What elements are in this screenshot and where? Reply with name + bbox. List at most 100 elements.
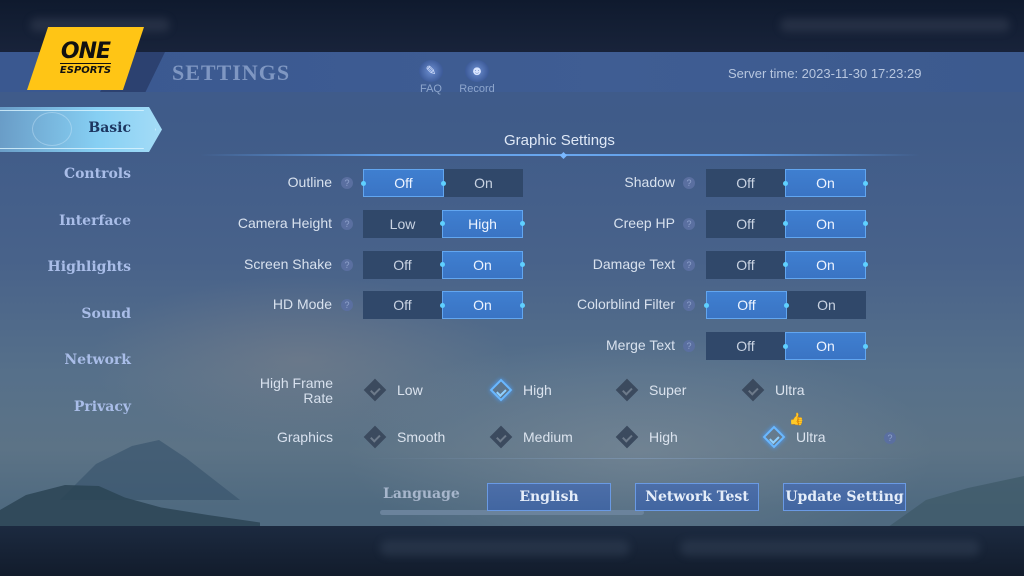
outline-toggle: Off On xyxy=(361,169,523,197)
hd-mode-option-off[interactable]: Off xyxy=(363,291,442,319)
checkbox-unchecked-icon xyxy=(615,425,639,449)
camera-height-label: Camera Height xyxy=(237,214,332,231)
label-line: Rate xyxy=(303,390,333,406)
language-label: Language xyxy=(383,486,460,502)
checkbox-unchecked-icon xyxy=(615,378,639,402)
sidebar-item-controls[interactable]: Controls xyxy=(64,166,131,182)
screen-shake-option-on[interactable]: On xyxy=(440,250,525,279)
recommended-thumbs-up-icon: 👍 xyxy=(789,412,804,426)
graphics-option-ultra[interactable]: Ultra xyxy=(762,425,826,449)
blurred-element xyxy=(680,540,980,556)
outline-option-on[interactable]: On xyxy=(444,169,523,197)
graphics-label: Graphics xyxy=(276,429,333,445)
merge-text-option-on[interactable]: On xyxy=(783,332,868,361)
sidebar-active-decoration xyxy=(32,112,72,146)
record-button[interactable]: ☻ Record xyxy=(457,60,497,95)
creep-hp-toggle: Off On xyxy=(706,209,868,238)
faq-button[interactable]: ✎ FAQ xyxy=(411,60,451,95)
high-frame-rate-label: High Frame Rate xyxy=(240,376,333,406)
outline-help-icon[interactable]: ? xyxy=(341,177,353,189)
shadow-option-on[interactable]: On xyxy=(783,169,868,197)
colorblind-filter-label: Colorblind Filter xyxy=(576,296,675,313)
checkbox-unchecked-icon xyxy=(741,378,765,402)
high-frame-rate-option-low[interactable]: Low xyxy=(363,378,423,402)
record-label: Record xyxy=(459,83,495,95)
colorblind-filter-option-off[interactable]: Off xyxy=(704,291,789,320)
hd-mode-option-on[interactable]: On xyxy=(440,291,525,320)
label-line: High Frame xyxy=(259,375,333,391)
graphics-option-high[interactable]: High xyxy=(615,425,678,449)
creep-hp-option-off[interactable]: Off xyxy=(706,210,785,238)
screen-shake-help-icon[interactable]: ? xyxy=(341,258,353,271)
record-icon: ☻ xyxy=(465,60,489,82)
creep-hp-option-on[interactable]: On xyxy=(783,209,868,238)
checkbox-checked-icon xyxy=(489,378,513,402)
checkbox-checked-icon xyxy=(762,425,786,449)
server-time: Server time: 2023-11-30 17:23:29 xyxy=(728,66,922,81)
sidebar-item-interface[interactable]: Interface xyxy=(59,213,131,229)
high-frame-rate-option-high[interactable]: High xyxy=(489,378,552,402)
option-label: Super xyxy=(649,382,687,398)
checkbox-unchecked-icon xyxy=(489,425,513,449)
screen-shake-toggle: Off On xyxy=(363,250,525,279)
damage-text-toggle: Off On xyxy=(706,250,868,279)
option-label: Low xyxy=(397,382,423,398)
high-frame-rate-option-super[interactable]: Super xyxy=(615,378,687,402)
merge-text-toggle: Off On xyxy=(706,332,868,361)
option-label: Medium xyxy=(523,429,573,445)
sidebar-item-privacy[interactable]: Privacy xyxy=(74,399,131,415)
option-label: High xyxy=(523,382,552,398)
checkbox-unchecked-icon xyxy=(363,378,387,402)
sidebar-item-sound[interactable]: Sound xyxy=(81,306,131,322)
graphics-option-medium[interactable]: Medium xyxy=(489,425,573,449)
blurred-element xyxy=(780,18,1010,32)
sidebar-item-basic[interactable]: Basic xyxy=(88,120,131,136)
sidebar-item-network[interactable]: Network xyxy=(64,352,131,368)
high-frame-rate-option-ultra[interactable]: Ultra xyxy=(741,378,805,402)
option-label: Smooth xyxy=(397,429,446,445)
logo-text-bottom: ESPORTS xyxy=(59,62,112,76)
shadow-option-off[interactable]: Off xyxy=(706,169,785,197)
option-label: High xyxy=(649,429,678,445)
damage-text-help-icon[interactable]: ? xyxy=(683,258,695,271)
option-label: Ultra xyxy=(796,429,826,445)
outline-label: Outline xyxy=(287,174,332,190)
creep-hp-help-icon[interactable]: ? xyxy=(683,217,695,230)
option-label: Ultra xyxy=(775,382,805,398)
blurred-element xyxy=(380,540,630,556)
hd-mode-label: HD Mode xyxy=(272,296,332,313)
checkbox-unchecked-icon xyxy=(363,425,387,449)
hd-mode-toggle: Off On xyxy=(363,291,525,320)
screen-shake-label: Screen Shake xyxy=(244,255,332,272)
merge-text-option-off[interactable]: Off xyxy=(706,332,785,360)
faq-icon: ✎ xyxy=(419,60,443,82)
creep-hp-label: Creep HP xyxy=(613,214,675,231)
damage-text-option-off[interactable]: Off xyxy=(706,251,785,279)
damage-text-option-on[interactable]: On xyxy=(783,250,868,279)
shadow-toggle: Off On xyxy=(706,169,868,197)
merge-text-label: Merge Text xyxy=(606,337,675,354)
camera-height-help-icon[interactable]: ? xyxy=(341,217,353,230)
screen-shake-option-off[interactable]: Off xyxy=(363,251,442,279)
graphics-help-icon[interactable]: ? xyxy=(884,432,896,444)
colorblind-filter-option-on[interactable]: On xyxy=(787,291,866,319)
graphics-option-smooth[interactable]: Smooth xyxy=(363,425,446,449)
outline-option-off[interactable]: Off xyxy=(361,169,446,197)
page-title: SETTINGS xyxy=(172,60,291,85)
network-test-button[interactable]: Network Test xyxy=(635,483,759,511)
language-select-button[interactable]: English xyxy=(487,483,611,511)
camera-height-option-high[interactable]: High xyxy=(440,209,525,238)
colorblind-filter-toggle: Off On xyxy=(704,291,866,320)
sidebar-active-border xyxy=(0,110,156,149)
damage-text-label: Damage Text xyxy=(592,255,675,272)
camera-height-option-low[interactable]: Low xyxy=(363,210,442,238)
shadow-help-icon[interactable]: ? xyxy=(683,177,695,189)
footer-divider xyxy=(360,458,920,459)
update-setting-button[interactable]: Update Setting xyxy=(783,483,906,511)
camera-height-toggle: Low High xyxy=(363,209,525,238)
sidebar-item-highlights[interactable]: Highlights xyxy=(48,259,131,275)
shadow-label: Shadow xyxy=(624,174,675,190)
logo-text-top: ONE xyxy=(60,38,111,64)
section-title: Graphic Settings xyxy=(504,132,615,149)
faq-label: FAQ xyxy=(419,83,442,95)
